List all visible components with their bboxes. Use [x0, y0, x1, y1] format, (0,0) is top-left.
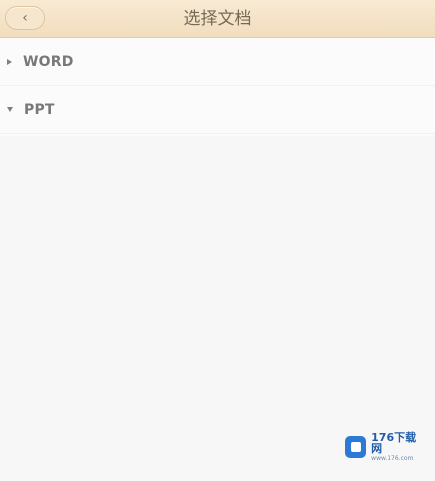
- caret-right-icon: [7, 58, 12, 65]
- watermark-main-text: 176下载网: [371, 431, 417, 455]
- watermark-logo-icon: [345, 436, 367, 458]
- page-title: 选择文档: [183, 9, 252, 29]
- top-bar: ‹ 选择文档: [0, 0, 435, 38]
- watermark-text: 176下载网 www.176.com: [371, 432, 425, 462]
- document-type-item-word[interactable]: WORD: [0, 38, 435, 86]
- watermark-sub-text: www.176.com: [371, 455, 414, 462]
- document-type-label-word: WORD: [23, 53, 74, 70]
- caret-down-icon: [7, 107, 13, 112]
- document-picker-screen: ‹ 选择文档 WORD PPT 176下载网 www.176.com: [0, 0, 435, 481]
- site-watermark: 176下载网 www.176.com: [345, 430, 425, 464]
- document-type-label-ppt: PPT: [24, 101, 55, 118]
- document-type-list: WORD PPT: [0, 38, 435, 136]
- document-type-item-ppt[interactable]: PPT: [0, 86, 435, 134]
